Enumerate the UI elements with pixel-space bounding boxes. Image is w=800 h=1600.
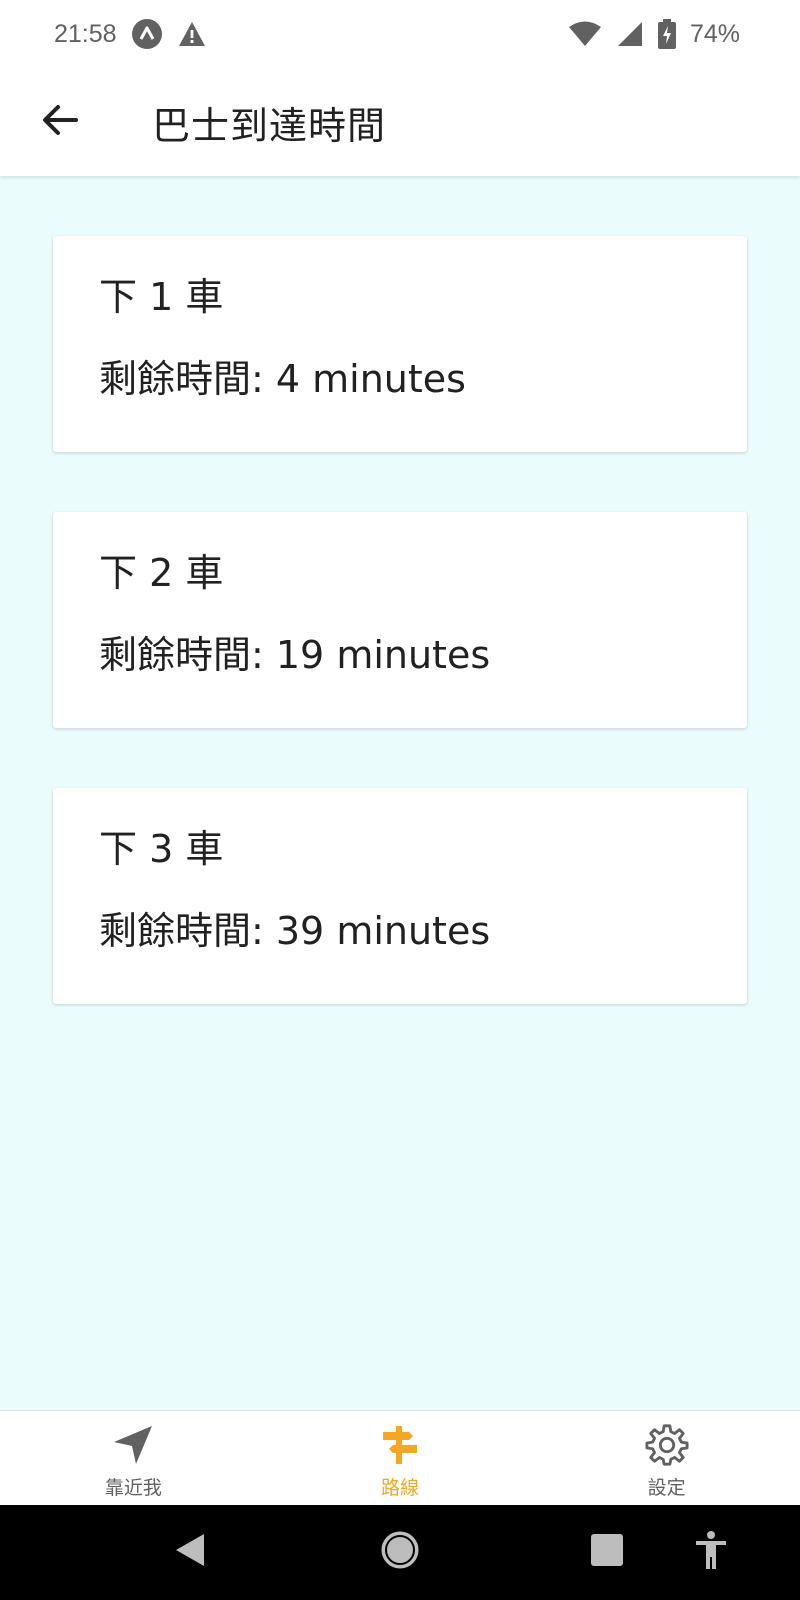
nav-item-routes[interactable]: 路線: [267, 1411, 534, 1505]
recents-square-icon: [590, 1533, 624, 1571]
navigation-arrow-icon: [111, 1423, 155, 1467]
arrival-card-title: 下 3 車: [99, 827, 224, 871]
nav-item-settings[interactable]: 設定: [533, 1411, 800, 1505]
cell-signal-icon: [616, 20, 644, 48]
gear-icon: [645, 1423, 689, 1467]
battery-charging-icon: [657, 19, 676, 49]
back-triangle-icon: [172, 1532, 208, 1572]
arrival-card-remaining-time: 剩餘時間: 19 minutes: [99, 633, 491, 677]
accessibility-icon: [693, 1530, 729, 1574]
system-accessibility-button[interactable]: [686, 1527, 736, 1577]
status-bar: 21:58 74%: [0, 0, 800, 68]
app-bar: 巴士到達時間: [0, 68, 800, 176]
arrow-back-icon: [40, 100, 80, 144]
battery-percentage: 74%: [689, 19, 740, 48]
arrival-card: 下 3 車 剩餘時間: 39 minutes: [53, 788, 747, 1004]
arrival-list: 下 1 車 剩餘時間: 4 minutes 下 2 車 剩餘時間: 19 min…: [0, 176, 800, 1410]
nav-label-nearby: 靠近我: [104, 1477, 162, 1499]
status-time: 21:58: [54, 19, 117, 48]
wifi-icon: [568, 20, 602, 48]
page-title: 巴士到達時間: [152, 103, 387, 148]
arrival-card-remaining-time: 剩餘時間: 39 minutes: [99, 909, 491, 953]
system-recents-button[interactable]: [582, 1527, 632, 1577]
status-right: 74%: [568, 19, 740, 49]
nav-label-routes: 路線: [381, 1477, 420, 1499]
arrival-card: 下 1 車 剩餘時間: 4 minutes: [53, 236, 747, 452]
bottom-navigation: 靠近我 路線 設定: [0, 1410, 800, 1505]
arrival-card-remaining-time: 剩餘時間: 4 minutes: [99, 357, 466, 401]
nav-label-settings: 設定: [647, 1477, 686, 1499]
system-navigation-bar: [0, 1505, 800, 1600]
arrival-card: 下 2 車 剩餘時間: 19 minutes: [53, 512, 747, 728]
system-home-button[interactable]: [375, 1527, 425, 1577]
nav-item-nearby[interactable]: 靠近我: [0, 1411, 267, 1505]
back-button[interactable]: [28, 90, 92, 154]
signpost-icon: [378, 1423, 422, 1467]
warning-icon: [177, 20, 207, 48]
system-back-button[interactable]: [165, 1527, 215, 1577]
arrival-card-title: 下 2 車: [99, 551, 224, 595]
status-left: 21:58: [54, 18, 207, 50]
home-circle-icon: [380, 1530, 420, 1574]
app-notification-icon: [131, 18, 163, 50]
arrival-card-title: 下 1 車: [99, 275, 224, 319]
